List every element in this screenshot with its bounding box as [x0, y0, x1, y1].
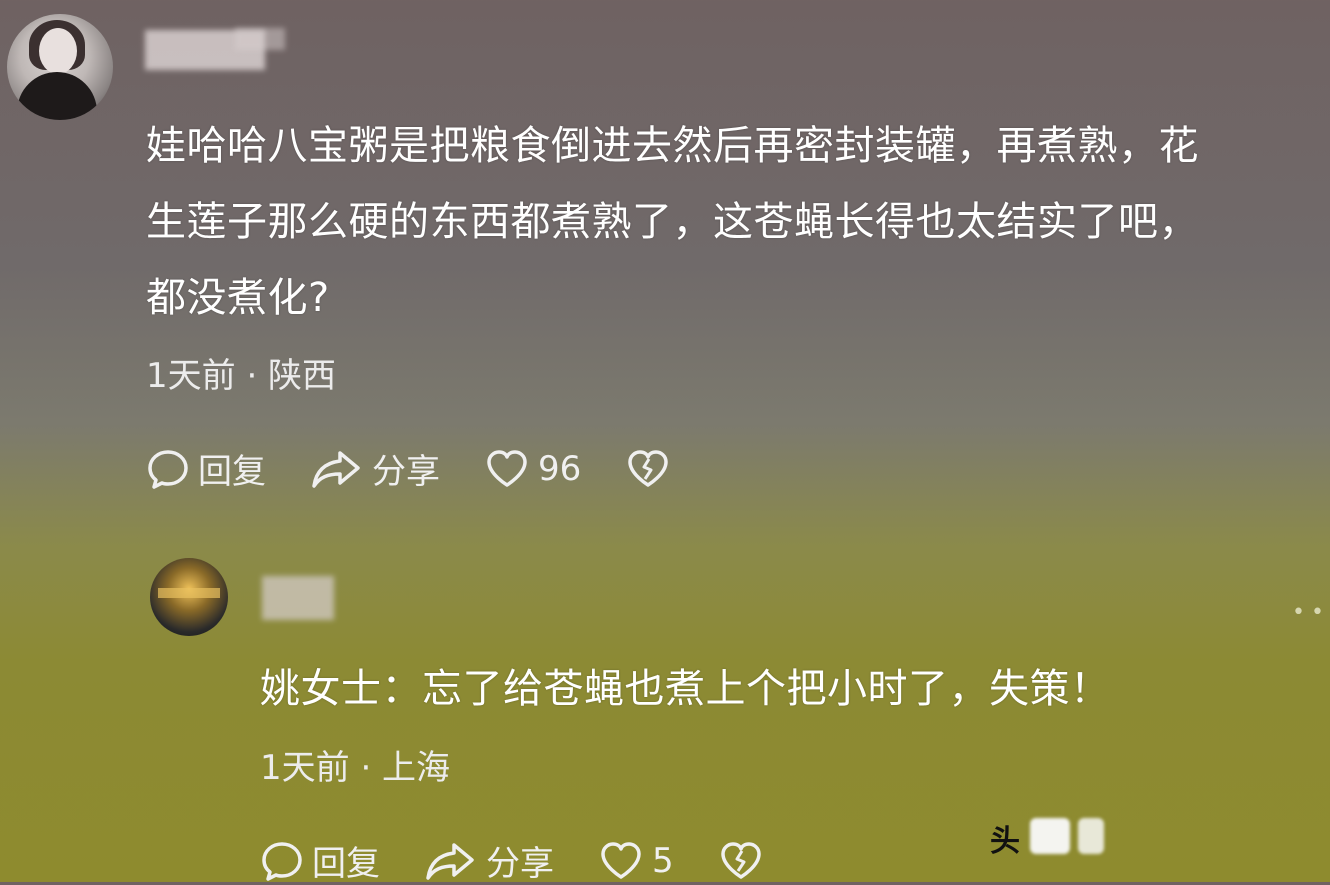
- watermark-logo: [1030, 818, 1070, 854]
- comment-body: 娃哈哈八宝粥是把粮食倒进去然后再密封装罐，再煮熟，花 生莲子那么硬的东西都煮熟了…: [146, 108, 1326, 336]
- watermark-logo: [1078, 818, 1104, 854]
- heart-icon: [601, 841, 641, 879]
- more-icon[interactable]: •••: [1292, 600, 1330, 625]
- like-count: 96: [538, 448, 582, 489]
- share-button[interactable]: 分享: [424, 836, 554, 885]
- comment-actions: 回复 分享 96: [146, 444, 723, 493]
- comment-meta: 1天前 · 陕西: [146, 356, 337, 396]
- comment-body-line: 生莲子那么硬的东西都煮熟了，这苍蝇长得也太结实了吧，: [146, 199, 1199, 245]
- share-label: 分享: [372, 452, 440, 492]
- avatar-body: [17, 72, 97, 120]
- reply-label: 回复: [312, 844, 380, 884]
- share-icon: [312, 450, 360, 488]
- comment-meta: 1天前 · 上海: [260, 748, 451, 788]
- dislike-button[interactable]: [718, 839, 772, 883]
- reply-button[interactable]: 回复: [260, 836, 380, 885]
- username-redacted[interactable]: [262, 576, 334, 620]
- comment-actions: 回复 分享 5: [260, 836, 816, 885]
- share-icon: [426, 842, 474, 880]
- like-button[interactable]: 5: [598, 839, 674, 883]
- reply-button[interactable]: 回复: [146, 444, 266, 493]
- broken-heart-icon: [720, 841, 761, 879]
- like-button[interactable]: 96: [484, 447, 581, 491]
- avatar[interactable]: [150, 558, 228, 636]
- share-label: 分享: [486, 844, 554, 884]
- share-button[interactable]: 分享: [310, 444, 440, 493]
- comment-body-line: 都没煮化?: [146, 275, 330, 321]
- comment-body-line: 娃哈哈八宝粥是把粮食倒进去然后再密封装罐，再煮熟，花: [146, 123, 1199, 169]
- comment-icon: [262, 841, 302, 881]
- dislike-button[interactable]: [625, 447, 679, 491]
- watermark-text: 头: [990, 824, 1020, 859]
- avatar-face: [39, 28, 77, 74]
- like-count: 5: [652, 840, 674, 881]
- username-redacted-extra: [235, 28, 285, 50]
- avatar-detail: [158, 588, 220, 598]
- reply-label: 回复: [198, 452, 266, 492]
- broken-heart-icon: [628, 449, 669, 487]
- avatar[interactable]: [7, 14, 113, 120]
- heart-icon: [487, 449, 527, 487]
- reply-body: 姚女士：忘了给苍蝇也煮上个把小时了，失策！: [260, 666, 1111, 712]
- comment-icon: [148, 449, 188, 489]
